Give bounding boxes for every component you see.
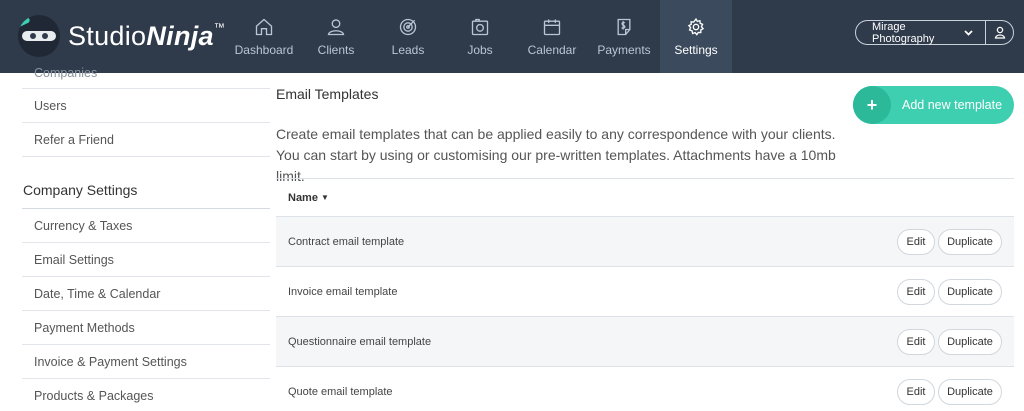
table-row: Invoice email template Edit Duplicate (276, 266, 1014, 316)
template-name: Invoice email template (288, 285, 398, 298)
nav-jobs-label: Jobs (467, 42, 493, 57)
page-title: Email Templates (276, 86, 379, 102)
nav-payments-label: Payments (597, 42, 651, 57)
email-templates-table: Name ▼ Contract email template Edit Dupl… (276, 178, 1014, 411)
template-name: Contract email template (288, 235, 405, 248)
edit-button[interactable]: Edit (897, 329, 935, 355)
payments-icon (617, 18, 631, 35)
edit-button[interactable]: Edit (897, 279, 935, 305)
nav-calendar[interactable]: Calendar (516, 0, 588, 73)
duplicate-button[interactable]: Duplicate (938, 279, 1002, 305)
sidebar-item-refer-a-friend[interactable]: Refer a Friend (22, 123, 270, 157)
add-new-template-button[interactable]: + Add new template (853, 86, 1014, 124)
nav-jobs[interactable]: Jobs (444, 0, 516, 73)
sidebar-item-label: Products & Packages (34, 388, 154, 403)
sort-caret-icon: ▼ (320, 193, 329, 202)
nav-clients-label: Clients (317, 42, 355, 57)
table-row: Quote email template Edit Duplicate (276, 366, 1014, 411)
nav-leads[interactable]: Leads (372, 0, 444, 73)
settings-sidebar: Companies Users Refer a Friend Company S… (22, 60, 270, 411)
sidebar-heading-company-settings: Company Settings (22, 157, 270, 209)
sidebar-item-label: Payment Methods (34, 320, 135, 335)
edit-button[interactable]: Edit (897, 379, 935, 405)
nav-leads-label: Leads (391, 42, 425, 57)
column-name-label: Name (288, 191, 318, 204)
ninja-logo-icon (18, 15, 60, 57)
target-icon (399, 18, 417, 35)
nav-settings-label: Settings (674, 42, 718, 57)
logo-wordmark: StudioNinja™ (68, 20, 226, 51)
camera-icon (471, 18, 489, 35)
duplicate-button[interactable]: Duplicate (938, 329, 1002, 355)
sidebar-item-label: Currency & Taxes (34, 218, 133, 233)
table-row: Contract email template Edit Duplicate (276, 216, 1014, 266)
sidebar-item-label: Companies (34, 66, 98, 80)
sidebar-item-label: Users (34, 98, 67, 113)
duplicate-button[interactable]: Duplicate (938, 379, 1002, 405)
account-name: Mirage Photography (872, 20, 935, 45)
chevron-down-icon (961, 28, 975, 38)
account-switcher[interactable]: Mirage Photography (855, 20, 1014, 45)
user-icon (994, 26, 1005, 39)
sidebar-item-label: Invoice & Payment Settings (34, 354, 187, 369)
sidebar-item-currency-taxes[interactable]: Currency & Taxes (22, 209, 270, 243)
main-nav: Dashboard Clients Leads Jobs Calendar Pa… (228, 0, 732, 73)
template-name: Quote email template (288, 385, 393, 398)
sidebar-item-invoice-payment-settings[interactable]: Invoice & Payment Settings (22, 345, 270, 379)
home-icon (255, 18, 273, 35)
clients-icon (327, 18, 345, 35)
template-name: Questionnaire email template (288, 335, 432, 348)
studio-ninja-logo[interactable]: StudioNinja™ (18, 12, 225, 60)
nav-dashboard-label: Dashboard (234, 42, 294, 57)
sidebar-item-payment-methods[interactable]: Payment Methods (22, 311, 270, 345)
sidebar-item-companies[interactable]: Companies (22, 60, 270, 89)
edit-button[interactable]: Edit (897, 229, 935, 255)
sidebar-item-label: Email Settings (34, 252, 114, 267)
gear-icon (687, 17, 705, 36)
calendar-icon (543, 19, 561, 35)
sidebar-item-label: Date, Time & Calendar (34, 286, 161, 301)
nav-settings[interactable]: Settings (660, 0, 732, 73)
sidebar-item-email-settings[interactable]: Email Settings (22, 243, 270, 277)
nav-payments[interactable]: Payments (588, 0, 660, 73)
table-row: Questionnaire email template Edit Duplic… (276, 316, 1014, 366)
add-new-template-label: Add new template (902, 98, 1003, 112)
sidebar-item-products-packages[interactable]: Products & Packages (22, 379, 270, 411)
sidebar-item-users[interactable]: Users (22, 89, 270, 123)
sidebar-item-date-time-calendar[interactable]: Date, Time & Calendar (22, 277, 270, 311)
table-header-name[interactable]: Name ▼ (276, 178, 1014, 216)
user-profile-button[interactable] (985, 20, 1013, 45)
duplicate-button[interactable]: Duplicate (938, 229, 1002, 255)
nav-calendar-label: Calendar (527, 42, 577, 57)
sidebar-item-label: Refer a Friend (34, 132, 114, 147)
nav-clients[interactable]: Clients (300, 0, 372, 73)
plus-icon: + (853, 86, 891, 124)
